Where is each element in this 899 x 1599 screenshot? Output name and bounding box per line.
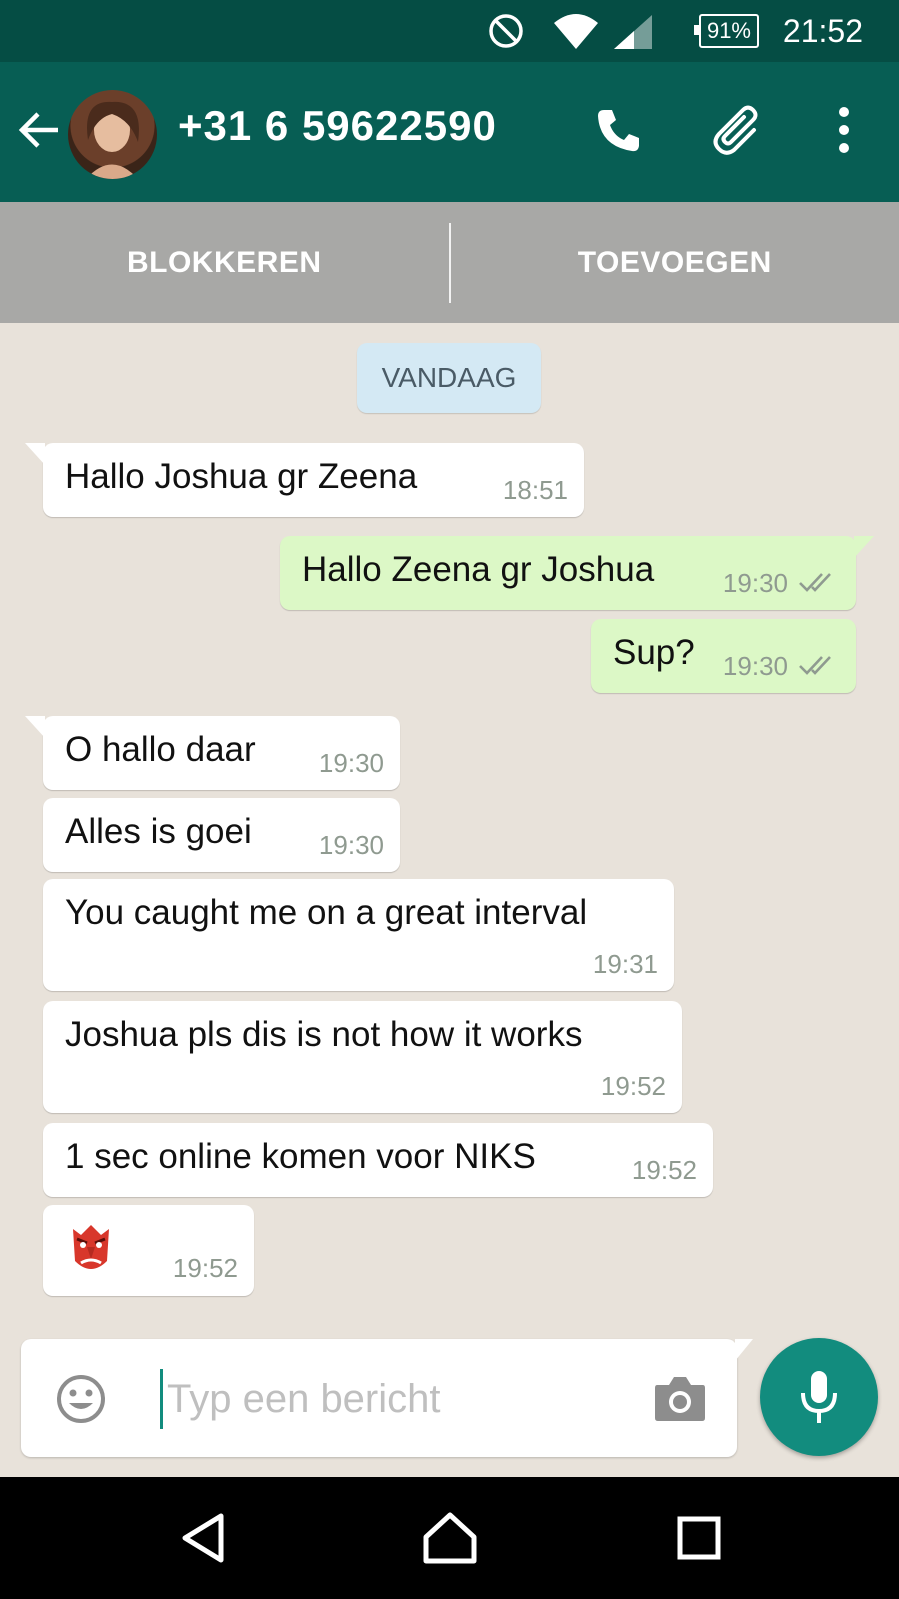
voice-record-button[interactable] — [760, 1338, 878, 1456]
message-time: 19:52 — [172, 1253, 238, 1283]
nav-home-button[interactable] — [415, 1505, 485, 1571]
do-not-disturb-icon — [486, 0, 526, 62]
message-text: Hallo Zeena gr Joshua — [302, 550, 655, 589]
message-text: 1 sec online komen voor NIKS — [65, 1137, 536, 1176]
unknown-contact-bar: BLOKKEREN TOEVOEGEN — [0, 202, 899, 323]
camera-icon[interactable] — [653, 1373, 707, 1423]
contact-title[interactable]: +31 6 59622590 — [178, 102, 497, 150]
message-composer — [21, 1339, 753, 1457]
message-time: 19:30 — [318, 748, 384, 778]
battery-indicator: 91% — [693, 0, 759, 62]
read-ticks-icon — [799, 656, 831, 675]
message-outgoing[interactable]: Hallo Zeena gr Joshua 19:30 — [280, 536, 874, 610]
message-time: 19:30 — [722, 651, 788, 681]
message-text: Alles is goei — [65, 812, 252, 851]
message-time: 18:51 — [502, 475, 568, 505]
message-incoming[interactable]: You caught me on a great interval 19:31 — [43, 879, 674, 991]
back-button[interactable] — [14, 100, 66, 160]
message-time: 19:31 — [592, 949, 658, 979]
message-text: O hallo daar — [65, 730, 256, 769]
message-outgoing[interactable]: Sup? 19:30 — [591, 619, 856, 693]
message-text: Sup? — [613, 633, 695, 672]
paperclip-icon — [713, 105, 758, 155]
avatar[interactable] — [68, 90, 157, 179]
message-incoming[interactable]: Joshua pls dis is not how it works 19:52 — [43, 1001, 682, 1113]
phone-icon — [598, 110, 639, 152]
wifi-icon — [552, 0, 600, 62]
nav-recents-button[interactable] — [664, 1505, 734, 1571]
message-incoming[interactable]: O hallo daar 19:30 — [25, 716, 400, 790]
message-incoming[interactable]: 1 sec online komen voor NIKS 19:52 — [43, 1123, 713, 1197]
date-chip: VANDAAG — [357, 343, 541, 413]
message-incoming[interactable]: 19:52 — [43, 1205, 254, 1296]
message-time: 19:52 — [631, 1155, 697, 1185]
emoji-icon[interactable] — [55, 1373, 107, 1425]
message-text: You caught me on a great interval — [65, 893, 588, 932]
read-ticks-icon — [799, 573, 831, 592]
triangle-back-icon — [182, 1513, 224, 1563]
signal-icon — [612, 0, 654, 62]
message-time: 19:30 — [722, 568, 788, 598]
more-options-button[interactable] — [812, 98, 876, 162]
system-navigation-bar — [0, 1477, 899, 1599]
clock: 21:52 — [782, 12, 863, 49]
chat-area[interactable]: VANDAAG Hallo Joshua gr Zeena 18:51 Hall… — [0, 323, 899, 1477]
message-input[interactable] — [165, 1365, 649, 1433]
nav-back-button[interactable] — [168, 1505, 238, 1571]
home-icon — [423, 1512, 477, 1564]
block-button[interactable]: BLOKKEREN — [0, 246, 449, 280]
add-contact-button[interactable]: TOEVOEGEN — [451, 246, 899, 280]
message-time: 19:30 — [318, 830, 384, 860]
square-recents-icon — [677, 1516, 721, 1560]
text-cursor — [160, 1369, 163, 1429]
message-time: 19:52 — [600, 1071, 666, 1101]
call-button[interactable] — [586, 98, 650, 162]
battery-level: 91% — [706, 18, 751, 43]
arrow-left-icon — [18, 112, 58, 148]
message-incoming[interactable]: Alles is goei 19:30 — [43, 798, 400, 872]
message-text: Joshua pls dis is not how it works — [65, 1015, 583, 1054]
attach-button[interactable] — [706, 98, 770, 162]
message-text: Hallo Joshua gr Zeena — [65, 457, 418, 496]
app-bar: +31 6 59622590 — [0, 62, 899, 202]
goblin-emoji-icon — [73, 1225, 109, 1269]
dots-vertical-icon — [839, 107, 849, 153]
status-bar: 91% 21:52 — [0, 0, 899, 62]
message-incoming[interactable]: Hallo Joshua gr Zeena 18:51 — [25, 443, 584, 517]
microphone-icon — [801, 1371, 837, 1423]
